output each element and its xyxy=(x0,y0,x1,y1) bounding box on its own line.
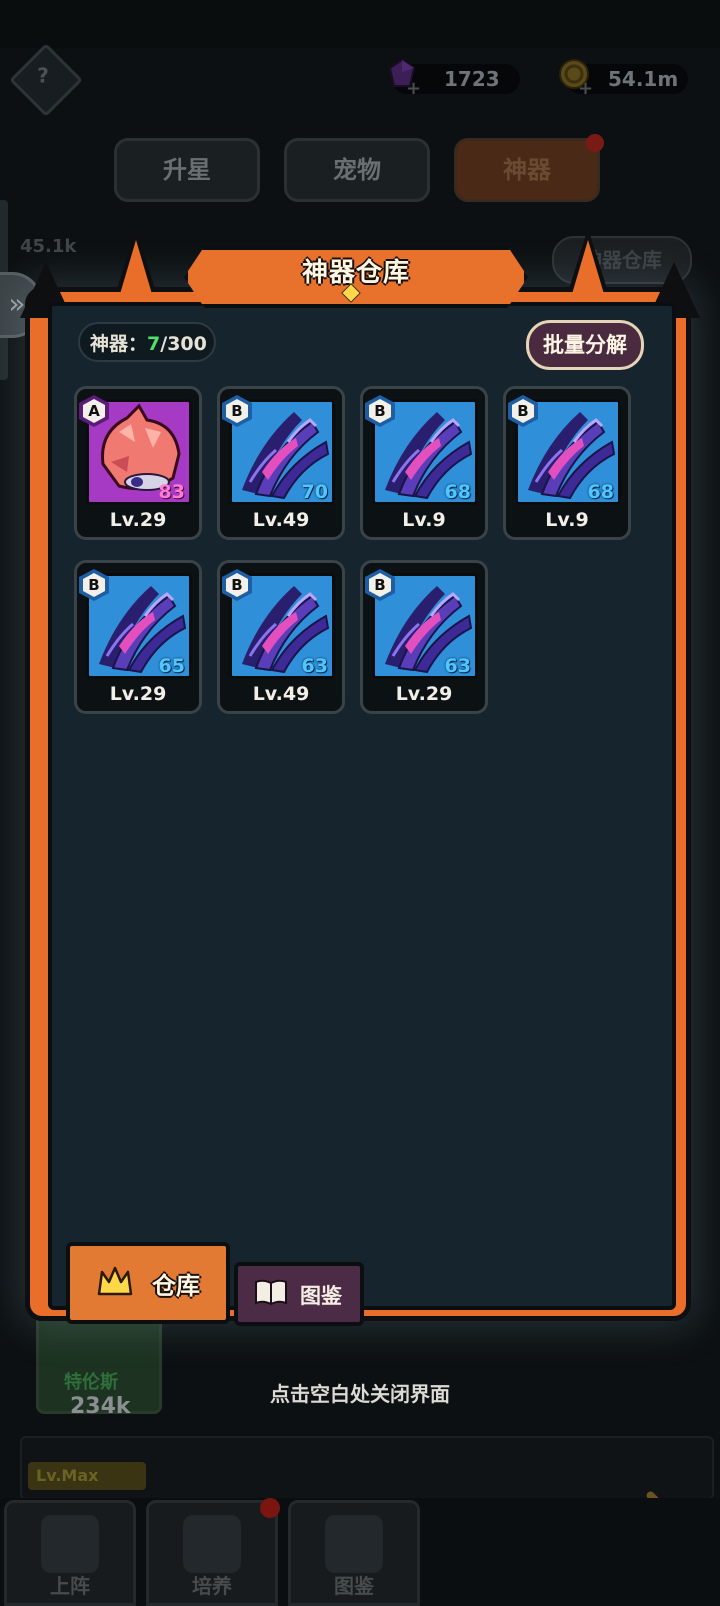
artifact-card[interactable]: B 63 Lv.29 xyxy=(360,560,488,714)
artifact-count-label: 神器： xyxy=(90,333,148,355)
gold-counter[interactable]: + 54.1m xyxy=(559,59,688,96)
batch-dismantle-button[interactable]: 批量分解 xyxy=(526,320,644,370)
nav-codex[interactable]: 图鉴 xyxy=(288,1500,420,1606)
artifact-power: 68 xyxy=(444,481,471,503)
hero-level-badge: Lv.Max xyxy=(28,1462,146,1490)
artifact-count: 神器：7/300 xyxy=(78,322,216,362)
gold-coin-icon: + xyxy=(559,59,593,96)
close-hint-text[interactable]: 点击空白处关闭界面 xyxy=(0,1378,720,1407)
artifact-power: 63 xyxy=(444,655,471,677)
tab-codex-label: 图鉴 xyxy=(300,1284,342,1308)
book-icon xyxy=(325,1515,383,1573)
gem-amount: 1723 xyxy=(444,67,500,91)
artifact-level: Lv.49 xyxy=(252,509,310,531)
tab-codex[interactable]: 图鉴 xyxy=(234,1262,364,1326)
svg-text:+: + xyxy=(406,78,421,96)
tab-pet[interactable]: 宠物 xyxy=(284,138,430,202)
artifact-level: Lv.9 xyxy=(402,509,446,531)
artifact-power: 65 xyxy=(158,655,185,677)
artifact-power: 83 xyxy=(158,481,185,503)
artifact-power: 68 xyxy=(587,481,614,503)
nav-codex-label: 图鉴 xyxy=(334,1574,374,1598)
gold-amount: 54.1m xyxy=(608,67,679,91)
artifact-count-max: /300 xyxy=(160,333,207,355)
status-bar xyxy=(0,0,720,48)
nav-deploy[interactable]: 上阵 xyxy=(4,1500,136,1606)
artifact-level: Lv.29 xyxy=(109,509,167,531)
artifact-card[interactable]: B 63 Lv.49 xyxy=(217,560,345,714)
notification-dot xyxy=(260,1498,280,1518)
tab-artifact[interactable]: 神器 xyxy=(454,138,600,202)
artifact-level: Lv.29 xyxy=(109,683,167,705)
artifact-card[interactable]: B 68 Lv.9 xyxy=(360,386,488,540)
gem-icon: + xyxy=(388,58,421,96)
gem-counter[interactable]: + 1723 xyxy=(388,58,520,96)
star-icon xyxy=(183,1515,241,1573)
artifact-card[interactable]: B 68 Lv.9 xyxy=(503,386,631,540)
nav-train-label: 培养 xyxy=(192,1574,232,1598)
panel-title: 神器仓库 xyxy=(301,258,410,288)
crown-icon xyxy=(96,1264,133,1300)
artifact-card[interactable]: B 65 Lv.29 xyxy=(74,560,202,714)
svg-text:+: + xyxy=(578,78,593,96)
artifact-card[interactable]: B 70 Lv.49 xyxy=(217,386,345,540)
nav-train[interactable]: 培养 xyxy=(146,1500,278,1606)
artifact-level: Lv.29 xyxy=(395,683,453,705)
artifact-power: 63 xyxy=(301,655,328,677)
tab-star-up[interactable]: 升星 xyxy=(114,138,260,202)
artifact-level: Lv.9 xyxy=(545,509,589,531)
artifact-count-current: 7 xyxy=(147,333,161,355)
notification-dot xyxy=(586,134,604,152)
menu-diamond-button[interactable]: ? xyxy=(9,43,83,117)
helmet-icon xyxy=(41,1515,99,1573)
book-icon xyxy=(255,1279,287,1306)
tab-storage-label: 仓库 xyxy=(152,1272,200,1300)
tab-storage[interactable]: 仓库 xyxy=(66,1242,230,1324)
artifact-card[interactable]: A 83 Lv.29 xyxy=(74,386,202,540)
artifact-power: 70 xyxy=(301,481,328,503)
artifact-level: Lv.49 xyxy=(252,683,310,705)
nav-deploy-label: 上阵 xyxy=(50,1574,90,1598)
